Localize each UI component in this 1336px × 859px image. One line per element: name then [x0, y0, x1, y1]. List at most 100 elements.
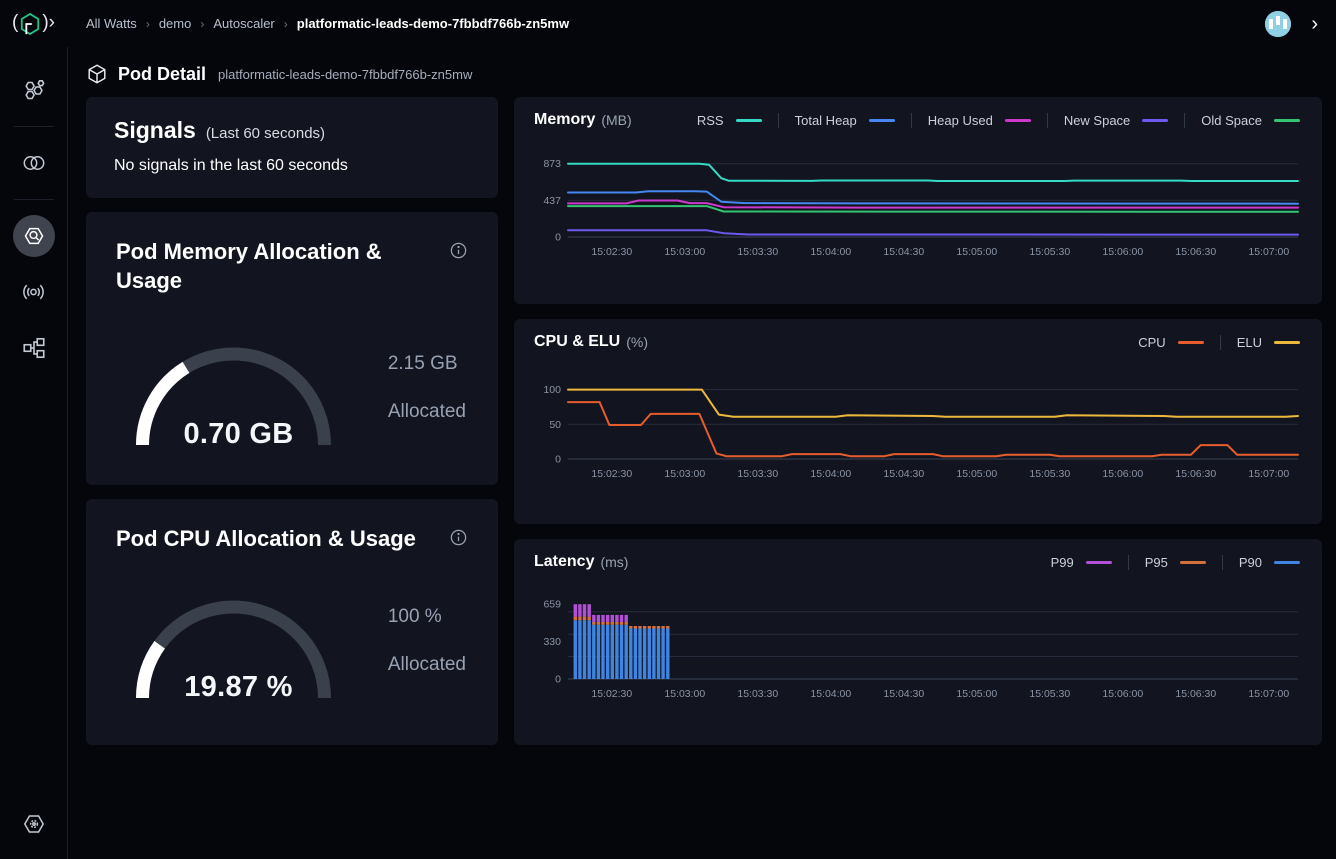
- memory-chart-title: Memory: [534, 111, 595, 129]
- svg-text:0: 0: [555, 674, 561, 686]
- cpu-gauge: 19.87 %: [116, 576, 351, 706]
- info-icon[interactable]: [449, 528, 468, 554]
- latency-chart-legend: P99 P95 P90: [1035, 555, 1302, 570]
- svg-text:15:04:30: 15:04:30: [883, 468, 924, 480]
- services-tree-icon: [21, 335, 47, 361]
- cpu-elu-chart-panel: CPU & ELU (%) CPUELU 10050015:02:3015:03…: [514, 319, 1322, 524]
- svg-text:15:02:30: 15:02:30: [591, 688, 632, 700]
- svg-text:15:04:30: 15:04:30: [883, 246, 924, 258]
- sidebar-item-taxonomy[interactable]: [13, 69, 55, 111]
- pod-memory-title: Pod Memory Allocation & Usage: [116, 238, 439, 295]
- sidebar-divider: [14, 199, 54, 200]
- svg-text:100: 100: [543, 384, 561, 396]
- user-avatar[interactable]: [1265, 11, 1291, 37]
- svg-text:15:03:00: 15:03:00: [664, 468, 705, 480]
- legend-item-rss: RSS: [681, 113, 778, 128]
- taxonomy-icon: [20, 77, 47, 104]
- collapse-panel-chevron-icon[interactable]: ›: [1309, 14, 1320, 34]
- svg-text:15:02:30: 15:02:30: [591, 468, 632, 480]
- page-title: Pod Detail: [118, 64, 206, 85]
- svg-text:0: 0: [555, 232, 561, 244]
- svg-text:15:03:00: 15:03:00: [664, 688, 705, 700]
- svg-text:15:05:30: 15:05:30: [1029, 246, 1070, 258]
- svg-text:15:04:00: 15:04:00: [810, 688, 851, 700]
- legend-swatch-icon: [1142, 119, 1168, 122]
- top-bar: ( )› All Watts › demo › Autoscaler › pla…: [0, 0, 1336, 47]
- cpu-elu-chart-unit: (%): [626, 334, 648, 350]
- svg-text:15:06:00: 15:06:00: [1102, 246, 1143, 258]
- signals-empty-message: No signals in the last 60 seconds: [114, 157, 470, 175]
- svg-text:15:04:00: 15:04:00: [810, 246, 851, 258]
- settings-icon: [21, 811, 47, 837]
- breadcrumb-chevron-icon: ›: [284, 17, 288, 31]
- legend-item-heap-used: Heap Used: [911, 113, 1047, 128]
- svg-text:15:03:30: 15:03:30: [737, 688, 778, 700]
- signals-qualifier: (Last 60 seconds): [206, 125, 325, 142]
- pod-cpu-title: Pod CPU Allocation & Usage: [116, 525, 439, 554]
- page-subtitle: platformatic-leads-demo-7fbbdf766b-zn5mw: [218, 67, 472, 82]
- breadcrumb-pod[interactable]: platformatic-leads-demo-7fbbdf766b-zn5mw: [297, 16, 569, 31]
- logo-hexagon-icon: [19, 12, 41, 36]
- svg-text:15:05:30: 15:05:30: [1029, 688, 1070, 700]
- svg-text:15:05:00: 15:05:00: [956, 246, 997, 258]
- svg-text:873: 873: [543, 158, 561, 170]
- legend-swatch-icon: [1274, 561, 1300, 564]
- pod-cube-icon: [86, 63, 108, 85]
- cpu-gauge-value: 19.87 %: [126, 671, 351, 704]
- signals-broadcast-icon: [20, 280, 47, 304]
- breadcrumb-autoscaler[interactable]: Autoscaler: [213, 16, 274, 31]
- legend-item-elu: ELU: [1220, 335, 1302, 350]
- breadcrumb-all-watts[interactable]: All Watts: [86, 16, 137, 31]
- memory-allocated-value: 2.15 GB: [388, 353, 466, 375]
- info-icon[interactable]: [449, 241, 468, 295]
- svg-text:15:06:30: 15:06:30: [1175, 688, 1216, 700]
- legend-label: P99: [1051, 555, 1074, 570]
- legend-swatch-icon: [1274, 119, 1300, 122]
- breadcrumb-demo[interactable]: demo: [159, 16, 192, 31]
- cpu-elu-chart-title: CPU & ELU: [534, 333, 620, 351]
- sidebar-divider: [14, 126, 54, 127]
- cpu-allocated-label: Allocated: [388, 654, 466, 676]
- legend-label: Heap Used: [928, 113, 993, 128]
- svg-text:330: 330: [543, 636, 561, 648]
- memory-gauge: 0.70 GB: [116, 323, 351, 453]
- svg-text:50: 50: [549, 419, 561, 431]
- svg-text:15:02:30: 15:02:30: [591, 246, 632, 258]
- legend-swatch-icon: [1180, 561, 1206, 564]
- watts-icon: [20, 151, 48, 175]
- legend-label: P95: [1145, 555, 1168, 570]
- latency-chart-title: Latency: [534, 553, 594, 571]
- breadcrumb: All Watts › demo › Autoscaler › platform…: [86, 16, 569, 31]
- logo-left-paren-icon: (: [12, 12, 18, 34]
- svg-text:15:07:00: 15:07:00: [1248, 246, 1289, 258]
- svg-text:15:07:00: 15:07:00: [1248, 688, 1289, 700]
- legend-item-p95: P95: [1128, 555, 1222, 570]
- svg-text:15:06:30: 15:06:30: [1175, 468, 1216, 480]
- sidebar-item-services[interactable]: [13, 327, 55, 369]
- memory-chart-panel: Memory (MB) RSSTotal HeapHeap UsedNew Sp…: [514, 97, 1322, 304]
- sidebar-item-signals[interactable]: [13, 271, 55, 313]
- sidebar-item-pod-inspect[interactable]: [13, 215, 55, 257]
- memory-allocated-label: Allocated: [388, 401, 466, 423]
- latency-chart-unit: (ms): [600, 554, 628, 570]
- svg-text:15:03:00: 15:03:00: [664, 246, 705, 258]
- legend-swatch-icon: [869, 119, 895, 122]
- signals-title: Signals: [114, 117, 196, 144]
- legend-item-p99: P99: [1035, 555, 1128, 570]
- pod-cpu-panel: Pod CPU Allocation & Usage: [86, 499, 498, 745]
- legend-item-total-heap: Total Heap: [778, 113, 911, 128]
- latency-chart-panel: Latency (ms) P99P95P90 659330015:02:3015…: [514, 539, 1322, 745]
- breadcrumb-chevron-icon: ›: [146, 17, 150, 31]
- platformatic-logo[interactable]: ( )›: [12, 12, 64, 36]
- legend-item-p90: P90: [1222, 555, 1302, 570]
- svg-text:0: 0: [555, 454, 561, 466]
- cpu-elu-chart: 10050015:02:3015:03:0015:03:3015:04:0015…: [534, 365, 1302, 483]
- memory-chart-legend: RSSTotal HeapHeap UsedNew SpaceOld Space: [681, 113, 1302, 128]
- sidebar-item-watts[interactable]: [13, 142, 55, 184]
- legend-swatch-icon: [736, 119, 762, 122]
- pod-memory-panel: Pod Memory Allocation & Usage: [86, 212, 498, 485]
- legend-label: RSS: [697, 113, 724, 128]
- sidebar-item-settings[interactable]: [13, 803, 55, 845]
- svg-text:15:06:30: 15:06:30: [1175, 246, 1216, 258]
- memory-chart-unit: (MB): [601, 112, 631, 128]
